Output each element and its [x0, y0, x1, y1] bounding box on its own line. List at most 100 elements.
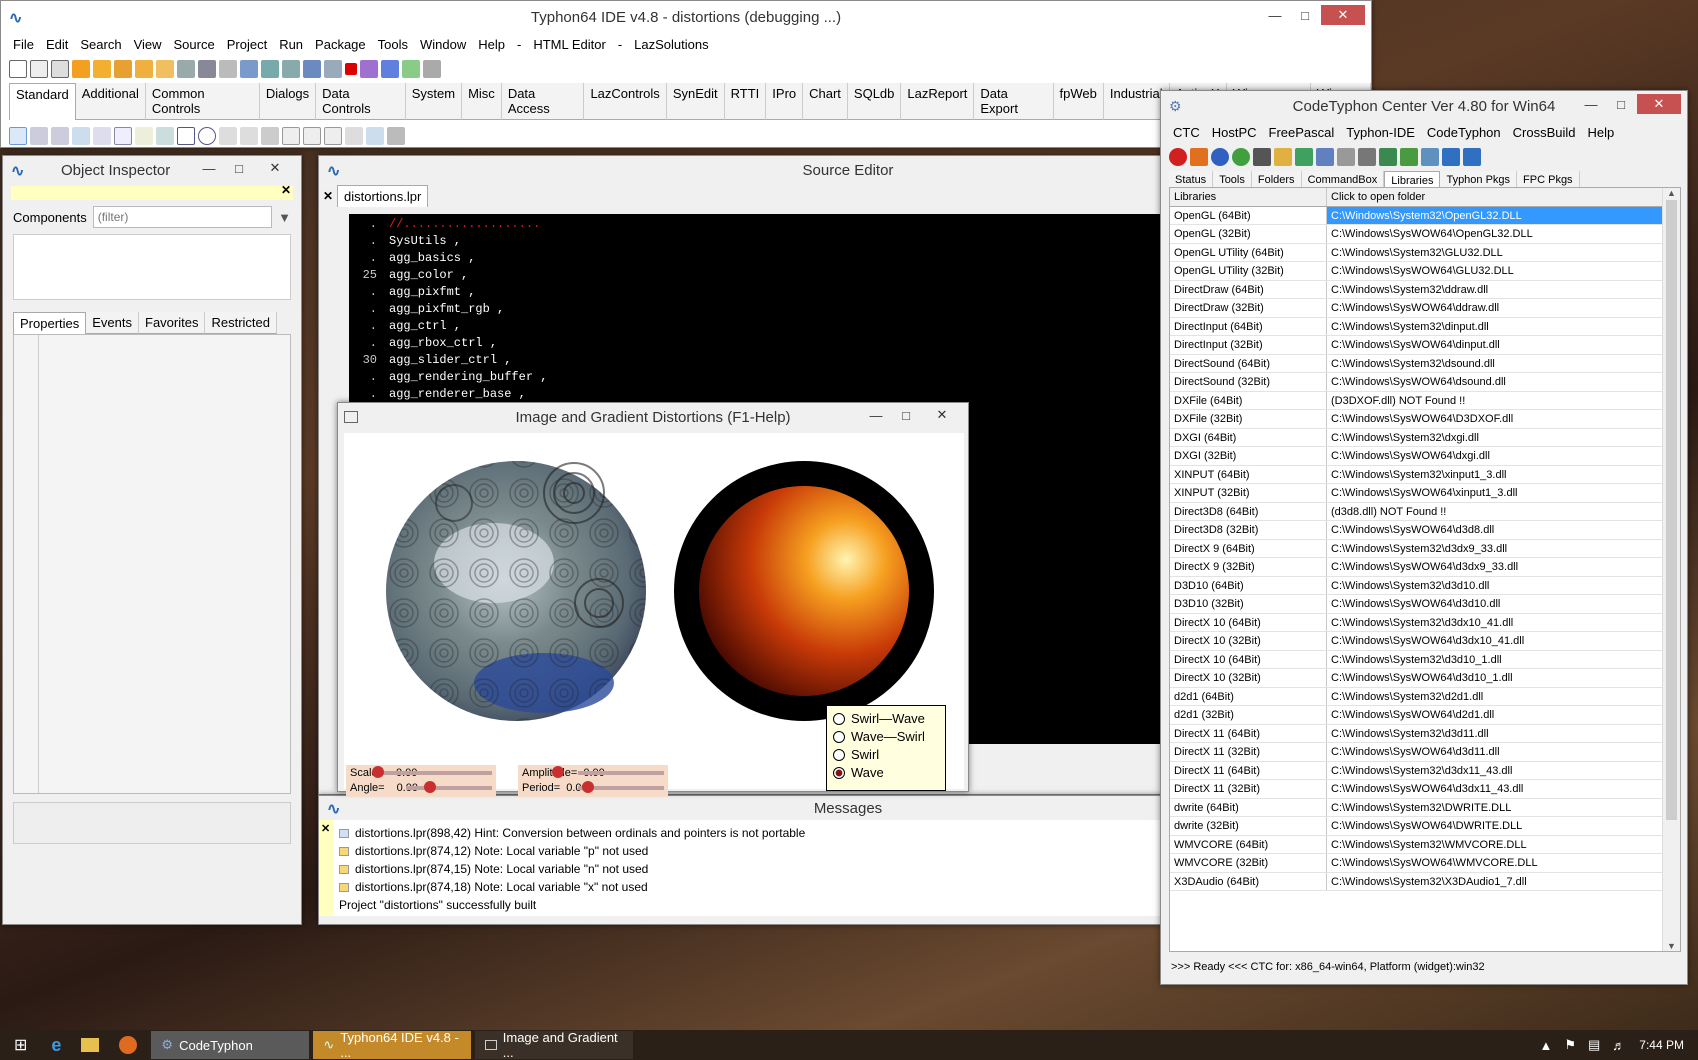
build-all-icon[interactable]	[1400, 148, 1418, 166]
settings-icon[interactable]	[1358, 148, 1376, 166]
minimize-button[interactable]: —	[195, 158, 223, 178]
library-path[interactable]: C:\Windows\SysWOW64\ddraw.dll	[1327, 299, 1662, 317]
table-row[interactable]: DirectDraw (64Bit) C:\Windows\System32\dd…	[1170, 280, 1662, 299]
library-path[interactable]: C:\Windows\SysWOW64\dsound.dll	[1327, 373, 1662, 391]
menu-search[interactable]: Search	[74, 37, 127, 52]
library-path[interactable]: C:\Windows\System32\d3dx9_33.dll	[1327, 540, 1662, 558]
table-row[interactable]: DirectX 10 (32Bit) C:\Windows\SysWOW64\d3…	[1170, 632, 1662, 651]
table-row[interactable]: DirectSound (64Bit) C:\Windows\System32\d…	[1170, 354, 1662, 373]
palette-tab-lazreport[interactable]: LazReport	[901, 83, 975, 120]
toggle-box-icon[interactable]	[156, 127, 174, 145]
table-row[interactable]: XINPUT (32Bit) C:\Windows\SysWOW64\xinput…	[1170, 484, 1662, 503]
combobox-icon[interactable]	[240, 127, 258, 145]
menu-file[interactable]: File	[7, 37, 40, 52]
library-path[interactable]: C:\Windows\SysWOW64\d3d11.dll	[1327, 743, 1662, 761]
library-path[interactable]: C:\Windows\System32\d3d11.dll	[1327, 725, 1662, 743]
tab-events[interactable]: Events	[86, 312, 139, 334]
table-row[interactable]: OpenGL (32Bit) C:\Windows\SysWOW64\OpenGL…	[1170, 225, 1662, 244]
radio-circle[interactable]	[833, 749, 845, 761]
ctc-menu-ctc[interactable]: CTC	[1167, 125, 1206, 140]
table-row[interactable]: WMVCORE (32Bit) C:\Windows\SysWOW64\WMVCO…	[1170, 854, 1662, 873]
menu-package[interactable]: Package	[309, 37, 372, 52]
table-row[interactable]: d2d1 (32Bit) C:\Windows\SysWOW64\d2d1.dll	[1170, 706, 1662, 725]
radio-option-wave[interactable]: Wave	[833, 764, 939, 782]
memo-icon[interactable]	[135, 127, 153, 145]
ctc-menu-help[interactable]: Help	[1582, 125, 1621, 140]
step-into-icon[interactable]	[402, 60, 420, 78]
palette-tab-system[interactable]: System	[405, 83, 463, 120]
library-path[interactable]: C:\Windows\System32\dinput.dll	[1327, 318, 1662, 336]
table-row[interactable]: DirectX 9 (32Bit) C:\Windows\SysWOW64\d3d…	[1170, 558, 1662, 577]
popup-menu-icon[interactable]	[51, 127, 69, 145]
build-icon[interactable]	[303, 60, 321, 78]
components-filter-input[interactable]	[92, 206, 273, 228]
ctc-menu-hostpc[interactable]: HostPC	[1206, 125, 1263, 140]
library-path[interactable]: C:\Windows\SysWOW64\dinput.dll	[1327, 336, 1662, 354]
table-row[interactable]: XINPUT (64Bit) C:\Windows\System32\xinput…	[1170, 465, 1662, 484]
edit-icon[interactable]	[114, 127, 132, 145]
taskbar-item-typhon-ide[interactable]: ∿ Typhon64 IDE v4.8 - ...	[313, 1030, 472, 1060]
panel-icon[interactable]	[345, 127, 363, 145]
ctc-menu-freepascal[interactable]: FreePascal	[1263, 125, 1341, 140]
table-row[interactable]: dwrite (32Bit) C:\Windows\SysWOW64\DWRITE…	[1170, 817, 1662, 836]
menu-run[interactable]: Run	[273, 37, 309, 52]
ctc-menu-crossbuild[interactable]: CrossBuild	[1507, 125, 1582, 140]
scrollbar-thumb[interactable]	[1666, 200, 1677, 820]
radio-option-swirl-wave[interactable]: Swirl—Wave	[833, 710, 939, 728]
checkbox-icon[interactable]	[177, 127, 195, 145]
clock[interactable]: 7:44 PM	[1631, 1031, 1698, 1059]
table-row[interactable]: OpenGL (64Bit) C:\Windows\System32\OpenGL…	[1170, 206, 1662, 225]
tab-favorites[interactable]: Favorites	[139, 312, 206, 334]
button-icon[interactable]	[72, 127, 90, 145]
library-path[interactable]: C:\Windows\SysWOW64\dxgi.dll	[1327, 447, 1662, 465]
table-row[interactable]: DirectInput (64Bit) C:\Windows\System32\d…	[1170, 317, 1662, 336]
table-row[interactable]: DirectX 10 (32Bit) C:\Windows\SysWOW64\d3…	[1170, 669, 1662, 688]
library-path[interactable]: (D3DXOF.dll) NOT Found !!	[1327, 392, 1662, 410]
scale-slider-handle[interactable]	[372, 766, 384, 778]
table-row[interactable]: DirectX 11 (64Bit) C:\Windows\System32\d3…	[1170, 761, 1662, 780]
taskbar-item-codetyphon[interactable]: ⚙ CodeTyphon	[151, 1031, 310, 1059]
step-over-icon[interactable]	[423, 60, 441, 78]
palette-tab-standard[interactable]: Standard	[9, 83, 76, 120]
library-path[interactable]: C:\Windows\SysWOW64\d3d10_1.dll	[1327, 669, 1662, 687]
compile-icon[interactable]	[324, 60, 342, 78]
library-path[interactable]: C:\Windows\System32\OpenGL32.DLL	[1327, 206, 1662, 224]
close-hint-icon[interactable]: ✕	[281, 183, 291, 197]
tools-icon[interactable]	[1337, 148, 1355, 166]
radio-circle[interactable]	[833, 767, 845, 779]
show-hidden-icons-icon[interactable]: ▲	[1533, 1031, 1558, 1059]
scale-slider-track[interactable]	[376, 771, 492, 775]
table-row[interactable]: d2d1 (64Bit) C:\Windows\System32\d2d1.dll	[1170, 687, 1662, 706]
table-row[interactable]: DirectX 11 (32Bit) C:\Windows\SysWOW64\d3…	[1170, 743, 1662, 762]
palette-tab-common-controls[interactable]: Common Controls	[145, 83, 260, 120]
angle-slider-track[interactable]	[406, 786, 492, 790]
new-unit-icon[interactable]	[51, 60, 69, 78]
library-path[interactable]: C:\Windows\System32\GLU32.DLL	[1327, 244, 1662, 262]
library-path[interactable]: C:\Windows\SysWOW64\d3d10.dll	[1327, 595, 1662, 613]
close-button[interactable]: ✕	[922, 405, 962, 425]
close-button[interactable]: ✕	[255, 158, 295, 178]
library-path[interactable]: C:\Windows\SysWOW64\d3d8.dll	[1327, 521, 1662, 539]
table-row[interactable]: D3D10 (64Bit) C:\Windows\System32\d3d10.d…	[1170, 576, 1662, 595]
library-path[interactable]: C:\Windows\System32\DWRITE.DLL	[1327, 799, 1662, 817]
library-path[interactable]: C:\Windows\SysWOW64\OpenGL32.DLL	[1327, 225, 1662, 243]
vertical-scrollbar[interactable]: ▲ ▼	[1662, 188, 1680, 951]
library-path[interactable]: C:\Windows\SysWOW64\xinput1_3.dll	[1327, 484, 1662, 502]
folder-icon[interactable]	[1274, 148, 1292, 166]
frame-icon[interactable]	[366, 127, 384, 145]
update-icon[interactable]	[1421, 148, 1439, 166]
pointer-tool-icon[interactable]	[9, 127, 27, 145]
angle-slider-handle[interactable]	[424, 781, 436, 793]
maximize-button[interactable]: □	[1291, 5, 1319, 25]
new-file-icon[interactable]	[9, 60, 27, 78]
library-path[interactable]: C:\Windows\System32\d3dx11_43.dll	[1327, 762, 1662, 780]
network-icon[interactable]: ▤	[1582, 1031, 1606, 1059]
table-row[interactable]: Direct3D8 (64Bit) (d3d8.dll) NOT Found !!	[1170, 502, 1662, 521]
build-icon[interactable]	[1379, 148, 1397, 166]
menu-help[interactable]: Help	[472, 37, 511, 52]
minimize-button[interactable]: —	[1577, 94, 1605, 114]
new-form-icon[interactable]	[30, 60, 48, 78]
download-icon[interactable]	[1190, 148, 1208, 166]
library-path[interactable]: C:\Windows\System32\X3DAudio1_7.dll	[1327, 873, 1662, 891]
refresh-icon[interactable]	[1232, 148, 1250, 166]
